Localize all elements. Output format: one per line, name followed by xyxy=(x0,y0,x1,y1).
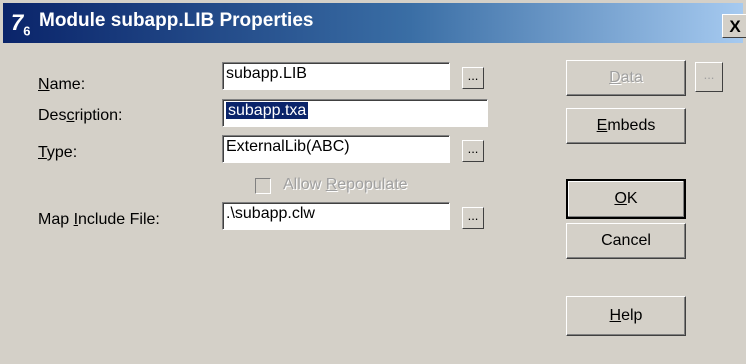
type-browse-button[interactable]: ... xyxy=(462,140,484,162)
type-field[interactable]: ExternalLib(ABC) xyxy=(222,135,450,163)
name-browse-button[interactable]: ... xyxy=(462,67,484,89)
map-include-field[interactable]: .\subapp.clw xyxy=(222,202,450,230)
data-browse-button[interactable]: ... xyxy=(695,62,723,92)
description-label: Description: xyxy=(38,107,123,124)
title-bar[interactable]: 76 Module subapp.LIB Properties xyxy=(3,3,743,43)
embeds-button[interactable]: Embeds xyxy=(566,108,686,144)
close-button[interactable]: X xyxy=(722,14,746,38)
name-label: Name: xyxy=(38,76,86,93)
app-icon: 76 xyxy=(11,10,31,39)
window-title: Module subapp.LIB Properties xyxy=(39,10,314,31)
map-include-label: Map Include File: xyxy=(38,211,160,228)
data-button[interactable]: Data xyxy=(566,60,686,96)
ok-button[interactable]: OK xyxy=(566,179,686,219)
cancel-button[interactable]: Cancel xyxy=(566,223,686,259)
help-button[interactable]: Help xyxy=(566,296,686,336)
properties-dialog: 76 Module subapp.LIB Properties X Name: … xyxy=(0,0,746,364)
name-field[interactable]: subapp.LIB xyxy=(222,62,450,90)
allow-repopulate-checkbox[interactable] xyxy=(255,178,271,194)
allow-repopulate-label: Allow Repopulate xyxy=(283,176,408,193)
description-value: subapp.txa xyxy=(224,101,310,120)
type-label: Type: xyxy=(38,144,78,161)
description-field[interactable]: subapp.txa xyxy=(222,99,488,127)
map-include-browse-button[interactable]: ... xyxy=(462,207,484,229)
